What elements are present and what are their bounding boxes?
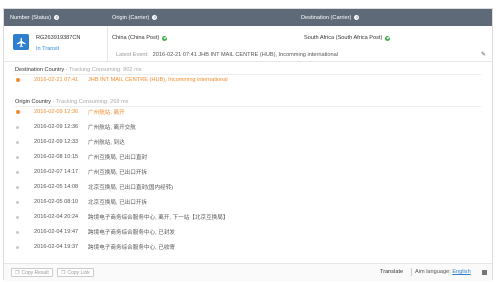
status-label: In Transit [36, 46, 60, 52]
copy-result-button[interactable]: ❐ Copy Result [11, 268, 53, 277]
origin-carrier: China (China Post) [112, 35, 168, 41]
check-icon [162, 35, 168, 41]
header-destination-carrier: Destination (Carrier) ? [301, 14, 360, 21]
timeline-dot [16, 125, 19, 129]
event-row: 2016-02-09 12:33 广州航站, 到达 [16, 137, 125, 147]
edit-icon[interactable]: ✎ [481, 51, 486, 58]
column-divider [107, 26, 108, 62]
help-icon[interactable]: ? [354, 15, 360, 20]
timeline-dot [16, 155, 19, 159]
package-row[interactable]: RG263919387CN In Transit China (China Po… [4, 26, 492, 62]
copy-link-button[interactable]: ❐ Copy Link [57, 268, 94, 277]
event-row: 2016-02-21 07:41 JHB INT MAIL CENTRE (HU… [16, 75, 228, 85]
timeline-dot [16, 170, 19, 174]
event-row: 2016-02-04 19:37 跨境电子商务综合服务中心, 已收寄 [16, 242, 175, 252]
event-row: 2016-02-09 12:36 广州航站, 离开交航 [16, 122, 136, 132]
event-row: 2016-02-05 08:10 北京互换局, 已出口开拆 [16, 197, 147, 207]
aim-language: Aim language: English [415, 269, 471, 275]
event-row: 2016-02-09 12:36 广州航站, 离开 [16, 107, 125, 117]
language-menu-icon[interactable] [482, 270, 487, 275]
event-row: 2016-02-05 14:08 北京互换局, 已出口直封(国内经转) [16, 182, 173, 192]
timeline-dot [16, 110, 20, 114]
help-icon[interactable]: ? [152, 15, 158, 20]
timeline-dot [16, 230, 19, 234]
event-row: 2016-02-07 14:17 广州互换局, 已出口开拆 [16, 167, 147, 177]
destination-section-title: Destination Country - Tracking Consuming… [15, 67, 142, 73]
timeline-dot [16, 185, 19, 189]
latest-event: Latest Event: 2016-02-21 07:41 JHB INT MA… [116, 52, 338, 58]
table-header: Number (Status) ? Origin (Carrier) ? Des… [4, 9, 492, 26]
aim-language-link[interactable]: English [452, 269, 470, 275]
airplane-icon [13, 34, 29, 50]
translate-button[interactable]: Translate [380, 269, 403, 275]
copy-icon: ❐ [61, 269, 66, 276]
timeline-dot [16, 78, 20, 82]
timeline-dot [16, 200, 19, 204]
event-row: 2016-02-04 20:24 跨境电子商务综合服务中心, 离开, 下一站【北… [16, 212, 228, 222]
timeline-dot [16, 215, 19, 219]
tracking-result-panel: Number (Status) ? Origin (Carrier) ? Des… [3, 8, 493, 281]
header-number-status: Number (Status) ? [10, 14, 60, 21]
origin-section-title: Origin Country - Tracking Consuming: 269… [15, 99, 129, 105]
help-icon[interactable]: ? [54, 15, 60, 20]
tracking-number[interactable]: RG263919387CN [36, 35, 80, 41]
check-icon [385, 35, 391, 41]
event-row: 2016-02-08 10:15 广州互换局, 已出口直封 [16, 152, 147, 162]
timeline-dot [16, 140, 19, 144]
event-row: 2016-02-04 19:47 跨境电子商务综合服务中心, 已封发 [16, 227, 175, 237]
copy-icon: ❐ [15, 269, 20, 276]
destination-carrier: South Africa (South Africa Post) [304, 35, 391, 41]
timeline-dot [16, 245, 19, 249]
footer-bar: ❐ Copy Result ❐ Copy Link Translate Aim … [4, 263, 492, 281]
footer-divider [411, 268, 412, 276]
header-origin-carrier: Origin (Carrier) ? [112, 14, 158, 21]
